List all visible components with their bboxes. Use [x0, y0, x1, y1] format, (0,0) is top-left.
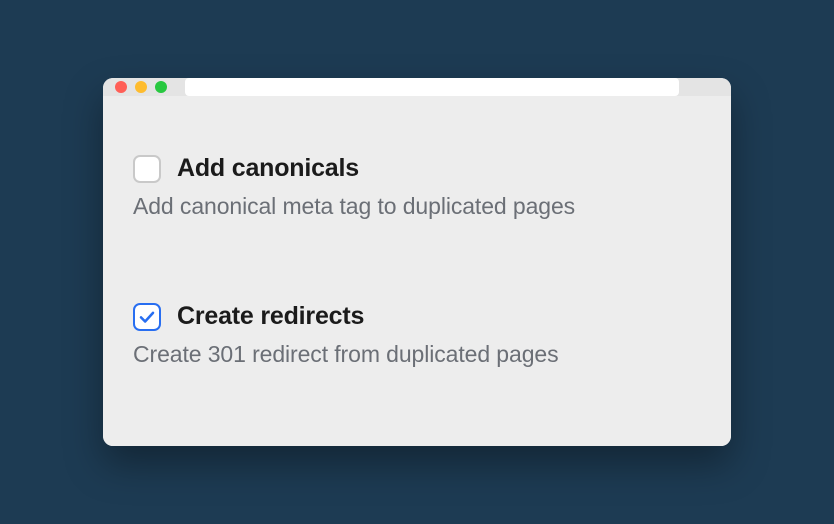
app-window: Add canonicals Add canonical meta tag to… — [103, 78, 731, 446]
option-head: Create redirects — [133, 302, 701, 331]
titlebar — [103, 78, 731, 96]
close-icon[interactable] — [115, 81, 127, 93]
minimize-icon[interactable] — [135, 81, 147, 93]
address-bar[interactable] — [185, 78, 679, 96]
window-controls — [115, 81, 167, 93]
content-area: Add canonicals Add canonical meta tag to… — [103, 96, 731, 446]
option-head: Add canonicals — [133, 154, 701, 183]
maximize-icon[interactable] — [155, 81, 167, 93]
checkbox-canonicals[interactable] — [133, 155, 161, 183]
option-canonicals: Add canonicals Add canonical meta tag to… — [133, 154, 701, 220]
option-redirects: Create redirects Create 301 redirect fro… — [133, 302, 701, 368]
option-description: Add canonical meta tag to duplicated pag… — [133, 193, 701, 220]
option-title: Add canonicals — [177, 154, 359, 183]
option-description: Create 301 redirect from duplicated page… — [133, 341, 701, 368]
option-title: Create redirects — [177, 302, 364, 331]
checkbox-redirects[interactable] — [133, 303, 161, 331]
checkmark-icon — [138, 308, 156, 326]
